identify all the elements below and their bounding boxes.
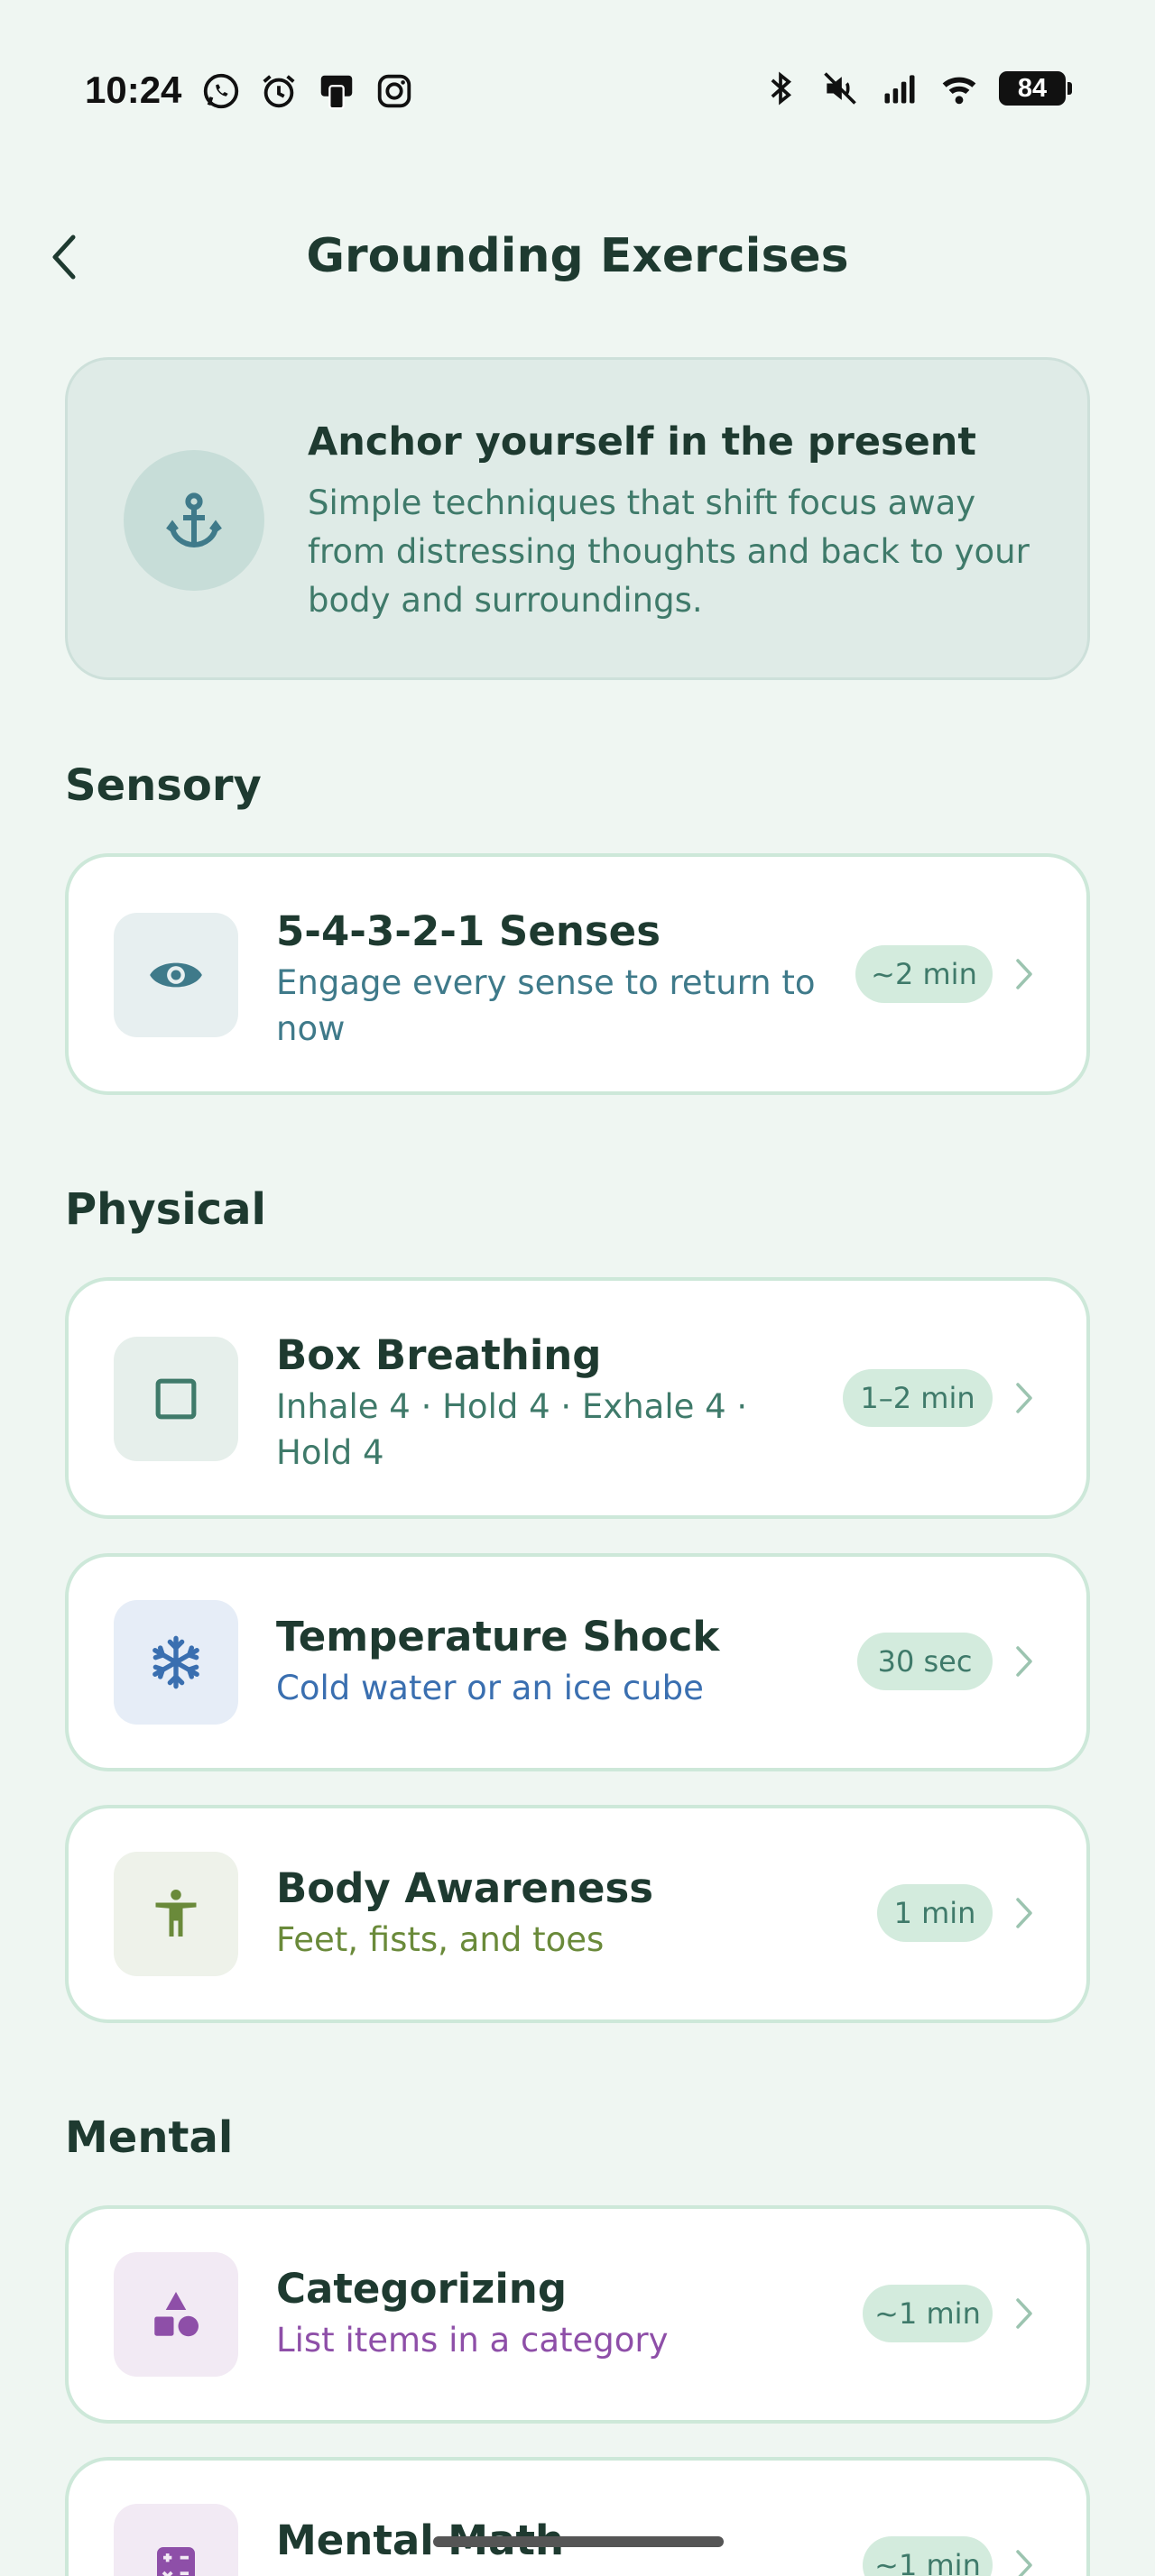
exercise-card-body-awareness[interactable]: Body Awareness Feet, fists, and toes 1 m… bbox=[65, 1805, 1090, 2023]
chevron-right-icon bbox=[1011, 2294, 1038, 2333]
exercise-icon-tile bbox=[114, 1852, 238, 1976]
duration-badge: 30 sec bbox=[857, 1633, 993, 1690]
chevron-right-icon bbox=[1011, 1642, 1038, 1681]
bluetooth-icon bbox=[771, 71, 791, 106]
exercise-title: Body Awareness bbox=[276, 1864, 654, 1912]
exercise-title: Box Breathing bbox=[276, 1331, 602, 1379]
whatsapp-icon bbox=[203, 73, 239, 109]
header: Grounding Exercises bbox=[0, 207, 1155, 316]
section-heading-physical: Physical bbox=[65, 1184, 266, 1235]
status-icons-right: 84 bbox=[761, 69, 1072, 108]
page-title: Grounding Exercises bbox=[306, 229, 849, 283]
exercise-title: Categorizing bbox=[276, 2265, 568, 2313]
battery-cap bbox=[1067, 82, 1072, 95]
exercise-card-senses[interactable]: 5-4-3-2-1 Senses Engage every sense to r… bbox=[65, 853, 1090, 1095]
square-icon bbox=[155, 1378, 197, 1420]
exercise-icon-tile bbox=[114, 2504, 238, 2576]
section-heading-sensory: Sensory bbox=[65, 760, 262, 811]
chevron-right-icon bbox=[1011, 2545, 1038, 2576]
exercise-icon-tile bbox=[114, 1600, 238, 1725]
section-heading-mental: Mental bbox=[65, 2112, 234, 2163]
exercise-card-temperature-shock[interactable]: Temperature Shock Cold water or an ice c… bbox=[65, 1553, 1090, 1771]
chevron-right-icon bbox=[1011, 1378, 1038, 1418]
instagram-icon bbox=[377, 74, 411, 108]
status-time: 10:24 bbox=[85, 69, 182, 111]
chevron-right-icon bbox=[1011, 954, 1038, 994]
snowflake-icon bbox=[152, 1635, 199, 1689]
mute-icon bbox=[824, 72, 856, 105]
duration-badge: ~1 min bbox=[863, 2536, 993, 2576]
alarm-icon bbox=[263, 75, 295, 108]
exercise-subtitle: Feet, fists, and toes bbox=[276, 1920, 605, 1959]
signal-icon bbox=[884, 75, 915, 104]
exercise-icon-tile bbox=[114, 1337, 238, 1461]
intro-icon-circle bbox=[124, 450, 264, 591]
exercise-icon-tile bbox=[114, 913, 238, 1037]
page: 10:24 84 Grounding Exercises Anchor your… bbox=[0, 0, 1155, 2576]
exercise-card-mental-math[interactable]: Mental Math ~1 min bbox=[65, 2457, 1090, 2576]
exercise-subtitle: Engage every sense to return to now bbox=[276, 963, 816, 1048]
duration-badge: 1–2 min bbox=[843, 1369, 993, 1427]
body-icon bbox=[155, 1890, 197, 1937]
exercise-card-box-breathing[interactable]: Box Breathing Inhale 4 · Hold 4 · Exhale… bbox=[65, 1277, 1090, 1519]
duration-badge: 1 min bbox=[877, 1884, 993, 1942]
wifi-icon bbox=[942, 77, 976, 105]
intro-text: Simple techniques that shift focus away … bbox=[308, 483, 1030, 620]
duration-badge: ~2 min bbox=[855, 945, 993, 1003]
exercise-subtitle: List items in a category bbox=[276, 2321, 669, 2360]
calculator-icon bbox=[157, 2547, 195, 2576]
exercise-card-categorizing[interactable]: Categorizing List items in a category ~1… bbox=[65, 2205, 1090, 2424]
eye-icon bbox=[150, 962, 202, 988]
status-bar: 10:24 84 bbox=[0, 0, 1155, 185]
exercise-subtitle: Inhale 4 · Hold 4 · Exhale 4 · Hold 4 bbox=[276, 1387, 748, 1472]
chevron-right-icon bbox=[1011, 1893, 1038, 1933]
battery-level: 84 bbox=[999, 71, 1066, 106]
exercise-title: Temperature Shock bbox=[276, 1613, 720, 1661]
duration-badge: ~1 min bbox=[863, 2285, 993, 2342]
intro-card: Anchor yourself in the present Simple te… bbox=[65, 357, 1090, 680]
status-icons-left bbox=[200, 70, 415, 112]
exercise-title: 5-4-3-2-1 Senses bbox=[276, 907, 661, 955]
anchor-icon bbox=[166, 492, 222, 548]
intro-title: Anchor yourself in the present bbox=[308, 419, 976, 465]
device-icon bbox=[320, 75, 353, 110]
home-indicator[interactable] bbox=[433, 2536, 724, 2547]
battery-indicator: 84 bbox=[999, 71, 1072, 106]
exercise-icon-tile bbox=[114, 2252, 238, 2377]
shapes-icon bbox=[154, 2292, 199, 2337]
exercise-subtitle: Cold water or an ice cube bbox=[276, 1669, 704, 1707]
